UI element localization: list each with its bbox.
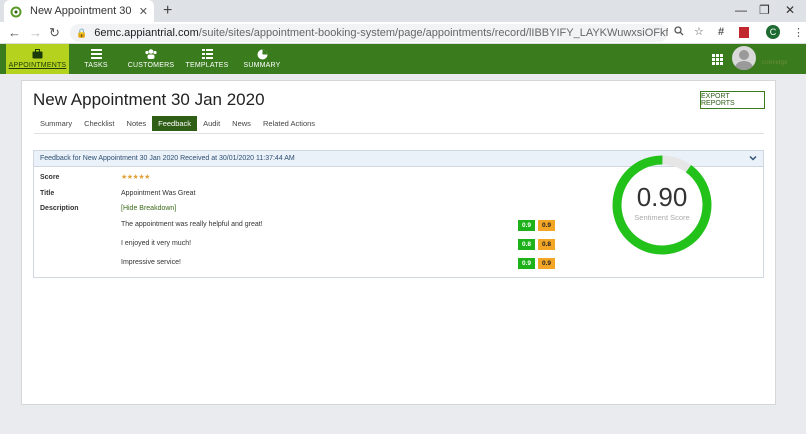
browser-tab-title: New Appointment 30 Jan 2020 ·: [30, 5, 135, 17]
close-tab-icon[interactable]: ✕: [139, 5, 148, 18]
browser-menu-icon[interactable]: ⋮: [793, 26, 804, 39]
export-reports-button[interactable]: EXPORT REPORTS: [700, 91, 765, 109]
breakdown-sentence: The appointment was really helpful and g…: [121, 221, 263, 228]
sentiment-badge-green: 0.8: [518, 239, 535, 250]
record-tabs: Summary Checklist Notes Feedback Audit N…: [34, 116, 321, 131]
nav-appointments[interactable]: APPOINTMENTS: [6, 44, 69, 74]
pie-chart-icon: [257, 49, 268, 60]
title-label: Title: [40, 190, 55, 197]
address-bar: ← → ↻ 🔒 6emc.appiantrial.com/suite/sites…: [0, 22, 806, 44]
user-avatar[interactable]: [732, 46, 756, 70]
page-title: New Appointment 30 Jan 2020: [33, 90, 265, 109]
tab-audit[interactable]: Audit: [197, 116, 226, 131]
nav-appointments-label: APPOINTMENTS: [8, 62, 67, 69]
chevron-down-icon[interactable]: [749, 154, 757, 164]
tab-notes[interactable]: Notes: [121, 116, 153, 131]
briefcase-icon: [32, 49, 43, 60]
forward-icon[interactable]: →: [29, 25, 42, 40]
score-stars: ★★★★★: [121, 174, 150, 181]
url-host: 6emc.appiantrial.com: [94, 27, 199, 39]
feedback-header-text: Feedback for New Appointment 30 Jan 2020…: [40, 155, 295, 162]
feedback-panel: Feedback for New Appointment 30 Jan 2020…: [33, 150, 764, 278]
nav-tasks[interactable]: TASKS: [80, 44, 112, 74]
url-path: /suite/sites/appointment-booking-system/…: [198, 27, 668, 39]
url-field[interactable]: 🔒 6emc.appiantrial.com/suite/sites/appoi…: [70, 24, 668, 42]
sentiment-badge-orange: 0.9: [538, 220, 555, 231]
customers-icon: [145, 49, 157, 60]
tab-summary[interactable]: Summary: [34, 116, 78, 131]
nav-templates-label: TEMPLATES: [185, 62, 229, 69]
app-grid-icon[interactable]: [712, 54, 723, 65]
tasks-icon: [90, 49, 102, 60]
title-value: Appointment Was Great: [121, 190, 196, 197]
restore-icon[interactable]: ❐: [759, 3, 770, 17]
breakdown-sentence: I enjoyed it very much!: [121, 240, 192, 247]
tab-checklist[interactable]: Checklist: [78, 116, 120, 131]
brand-logo: converge: [762, 58, 788, 66]
sentiment-badge-green: 0.9: [518, 258, 535, 269]
app-navigation: APPOINTMENTS TASKS CUSTOMERS TEMPLATES S…: [0, 44, 806, 74]
sentiment-score-label: Sentiment Score: [634, 213, 690, 222]
browser-tab[interactable]: New Appointment 30 Jan 2020 · ✕: [4, 0, 154, 22]
tab-divider: [34, 133, 764, 134]
nav-summary-label: SUMMARY: [243, 62, 281, 69]
extension-hash-icon[interactable]: #: [718, 26, 724, 38]
tab-related-actions[interactable]: Related Actions: [257, 116, 321, 131]
bookmark-star-icon[interactable]: ☆: [694, 25, 704, 38]
breakdown-sentence: Impressive service!: [121, 259, 181, 266]
back-icon[interactable]: ←: [8, 25, 21, 40]
sentiment-badge-green: 0.9: [518, 220, 535, 231]
nav-customers-label: CUSTOMERS: [127, 62, 175, 69]
nav-templates[interactable]: TEMPLATES: [186, 44, 228, 74]
sentiment-score-value: 0.90: [636, 182, 688, 212]
lock-icon: 🔒: [76, 27, 88, 38]
nav-customers[interactable]: CUSTOMERS: [128, 44, 174, 74]
new-tab-button[interactable]: +: [163, 2, 172, 20]
templates-icon: [201, 49, 213, 60]
extension-red-icon[interactable]: [739, 27, 749, 38]
record-card: New Appointment 30 Jan 2020 EXPORT REPOR…: [21, 80, 776, 405]
tab-news[interactable]: News: [226, 116, 257, 131]
hide-breakdown-link[interactable]: [Hide Breakdown]: [121, 205, 176, 212]
description-label: Description: [40, 205, 79, 212]
minimize-icon[interactable]: —: [735, 3, 747, 17]
nav-tasks-label: TASKS: [84, 62, 108, 69]
appian-favicon-icon: [10, 5, 22, 18]
sentiment-badge-orange: 0.9: [538, 258, 555, 269]
browser-tab-strip: New Appointment 30 Jan 2020 · ✕ + — ❐ ✕: [0, 0, 806, 22]
tab-feedback[interactable]: Feedback: [152, 116, 198, 131]
close-window-icon[interactable]: ✕: [785, 3, 795, 17]
score-label: Score: [40, 174, 60, 181]
sentiment-badge-orange: 0.8: [538, 239, 555, 250]
profile-avatar[interactable]: C: [766, 25, 780, 39]
zoom-search-icon[interactable]: [674, 26, 684, 39]
nav-summary[interactable]: SUMMARY: [243, 44, 281, 74]
reload-icon[interactable]: ↻: [49, 25, 60, 41]
